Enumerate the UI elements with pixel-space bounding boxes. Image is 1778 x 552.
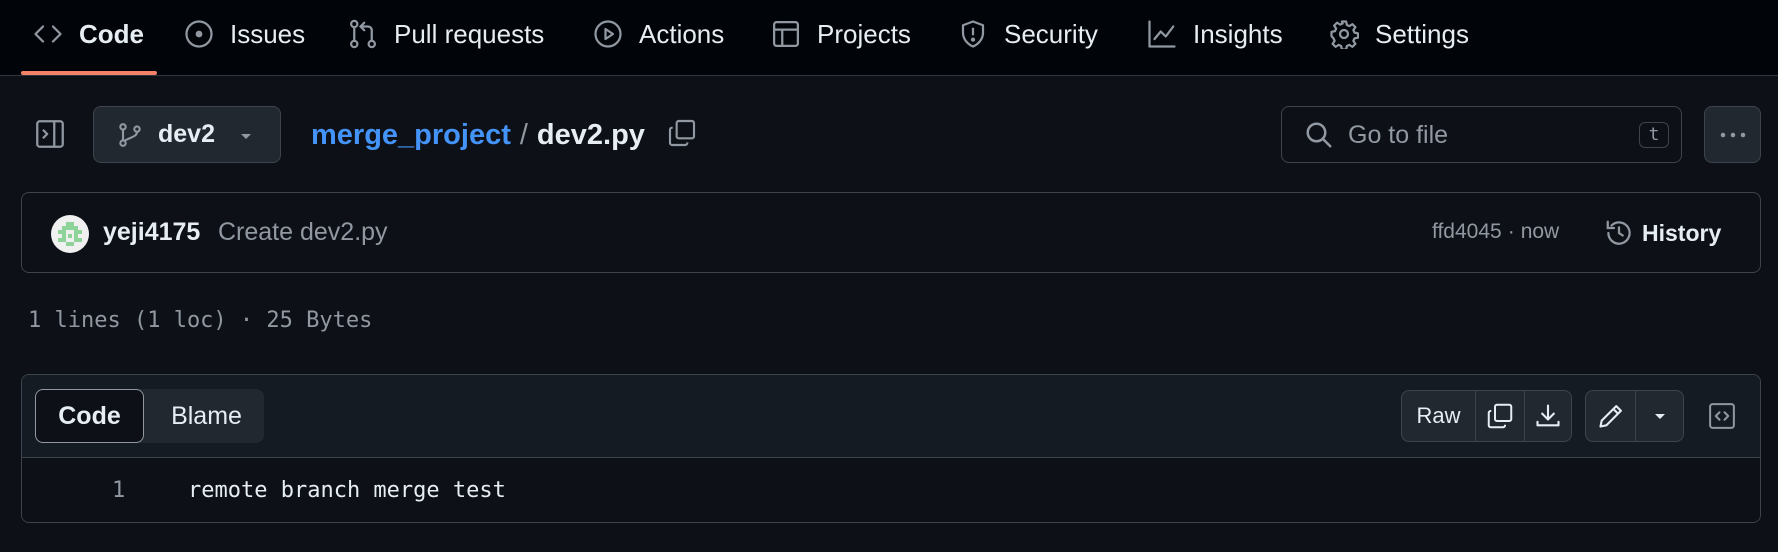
active-tab-indicator	[21, 71, 157, 75]
code-icon	[34, 25, 62, 43]
breadcrumb: merge_project / dev2.py	[311, 113, 645, 157]
tab-issues[interactable]: Issues	[184, 0, 305, 68]
shortcut-key-badge: t	[1639, 122, 1669, 148]
tab-pull-requests[interactable]: Pull requests	[348, 0, 544, 68]
tab-insights[interactable]: Insights	[1147, 0, 1283, 68]
avatar[interactable]	[51, 215, 89, 253]
shield-icon	[961, 20, 985, 48]
tab-label: Insights	[1193, 18, 1283, 49]
history-icon	[1606, 220, 1631, 245]
commit-hash[interactable]: ffd4045	[1432, 220, 1502, 244]
tab-projects[interactable]: Projects	[771, 0, 911, 68]
breadcrumb-file-name: dev2.py	[536, 118, 645, 151]
file-viewer-header: Code Blame Raw	[22, 375, 1760, 458]
gear-icon	[1330, 20, 1359, 49]
line-content: remote branch merge test	[188, 478, 506, 503]
view-toggle: Code Blame	[35, 389, 264, 443]
code-square-icon	[1709, 403, 1735, 429]
edit-file-button[interactable]	[1586, 391, 1635, 441]
pencil-icon	[1598, 405, 1622, 428]
file-meta: 1 lines (1 loc) · 25 Bytes	[28, 308, 373, 333]
search-icon	[1306, 122, 1332, 148]
commit-message[interactable]: Create dev2.py	[218, 218, 388, 247]
kebab-horizontal-icon	[1720, 132, 1746, 138]
copy-icon	[668, 119, 696, 147]
raw-button[interactable]: Raw	[1402, 391, 1475, 441]
table-icon	[773, 21, 799, 47]
tab-security[interactable]: Security	[958, 0, 1098, 68]
code-view-button[interactable]: Code	[35, 389, 144, 443]
tab-label: Actions	[639, 18, 725, 49]
tab-label: Settings	[1375, 18, 1469, 49]
search-placeholder: Go to file	[1348, 121, 1449, 149]
edit-actions-group	[1585, 390, 1684, 442]
tab-label: Projects	[817, 18, 911, 49]
blame-view-button[interactable]: Blame	[149, 389, 264, 443]
copy-icon	[1487, 403, 1513, 429]
commit-time: now	[1520, 220, 1560, 243]
download-icon	[1536, 404, 1560, 427]
sidebar-expand-icon	[36, 120, 64, 148]
copy-raw-button[interactable]	[1475, 391, 1524, 441]
tab-code[interactable]: Code	[33, 0, 144, 68]
tab-label: Code	[79, 18, 144, 49]
copy-path-button[interactable]	[666, 117, 700, 151]
code-line: 1 remote branch merge test	[22, 458, 1760, 522]
file-actions-group: Raw	[1401, 390, 1572, 442]
sidebar-toggle-button[interactable]	[30, 111, 70, 157]
breadcrumb-separator: /	[519, 118, 528, 151]
repo-nav: Code Issues Pull requests Actions Projec…	[0, 0, 1778, 76]
tab-settings[interactable]: Settings	[1329, 0, 1469, 68]
edit-dropdown-button[interactable]	[1635, 391, 1683, 441]
issue-icon	[185, 20, 213, 48]
line-number[interactable]: 1	[112, 478, 125, 503]
tab-actions[interactable]: Actions	[593, 0, 724, 68]
pull-request-icon	[350, 19, 376, 49]
graph-icon	[1148, 20, 1176, 48]
symbols-panel-button[interactable]	[1700, 395, 1744, 437]
tab-label: Security	[1004, 18, 1098, 49]
latest-commit-box: yeji4175 Create dev2.py ffd4045 · now Hi…	[21, 192, 1761, 273]
play-icon	[594, 20, 622, 48]
caret-down-icon	[241, 134, 251, 139]
breadcrumb-repo-link[interactable]: merge_project	[311, 119, 511, 152]
tab-label: Issues	[230, 18, 306, 49]
more-options-button[interactable]	[1704, 106, 1761, 163]
branch-icon	[119, 123, 141, 147]
commit-author[interactable]: yeji4175	[103, 218, 200, 247]
download-button[interactable]	[1524, 391, 1571, 441]
branch-name: dev2	[158, 120, 215, 148]
commit-info: ffd4045 · now	[1432, 220, 1559, 244]
tab-label: Pull requests	[394, 18, 545, 49]
history-button[interactable]: History	[1604, 211, 1721, 255]
caret-down-icon	[1654, 414, 1665, 419]
history-label: History	[1642, 219, 1722, 246]
branch-selector[interactable]: dev2	[93, 106, 281, 163]
go-to-file-input[interactable]: Go to file t	[1281, 106, 1682, 163]
commit-dot-separator: ·	[1507, 220, 1515, 243]
file-viewer: Code Blame Raw 1 remote branch merge tes…	[21, 374, 1761, 523]
